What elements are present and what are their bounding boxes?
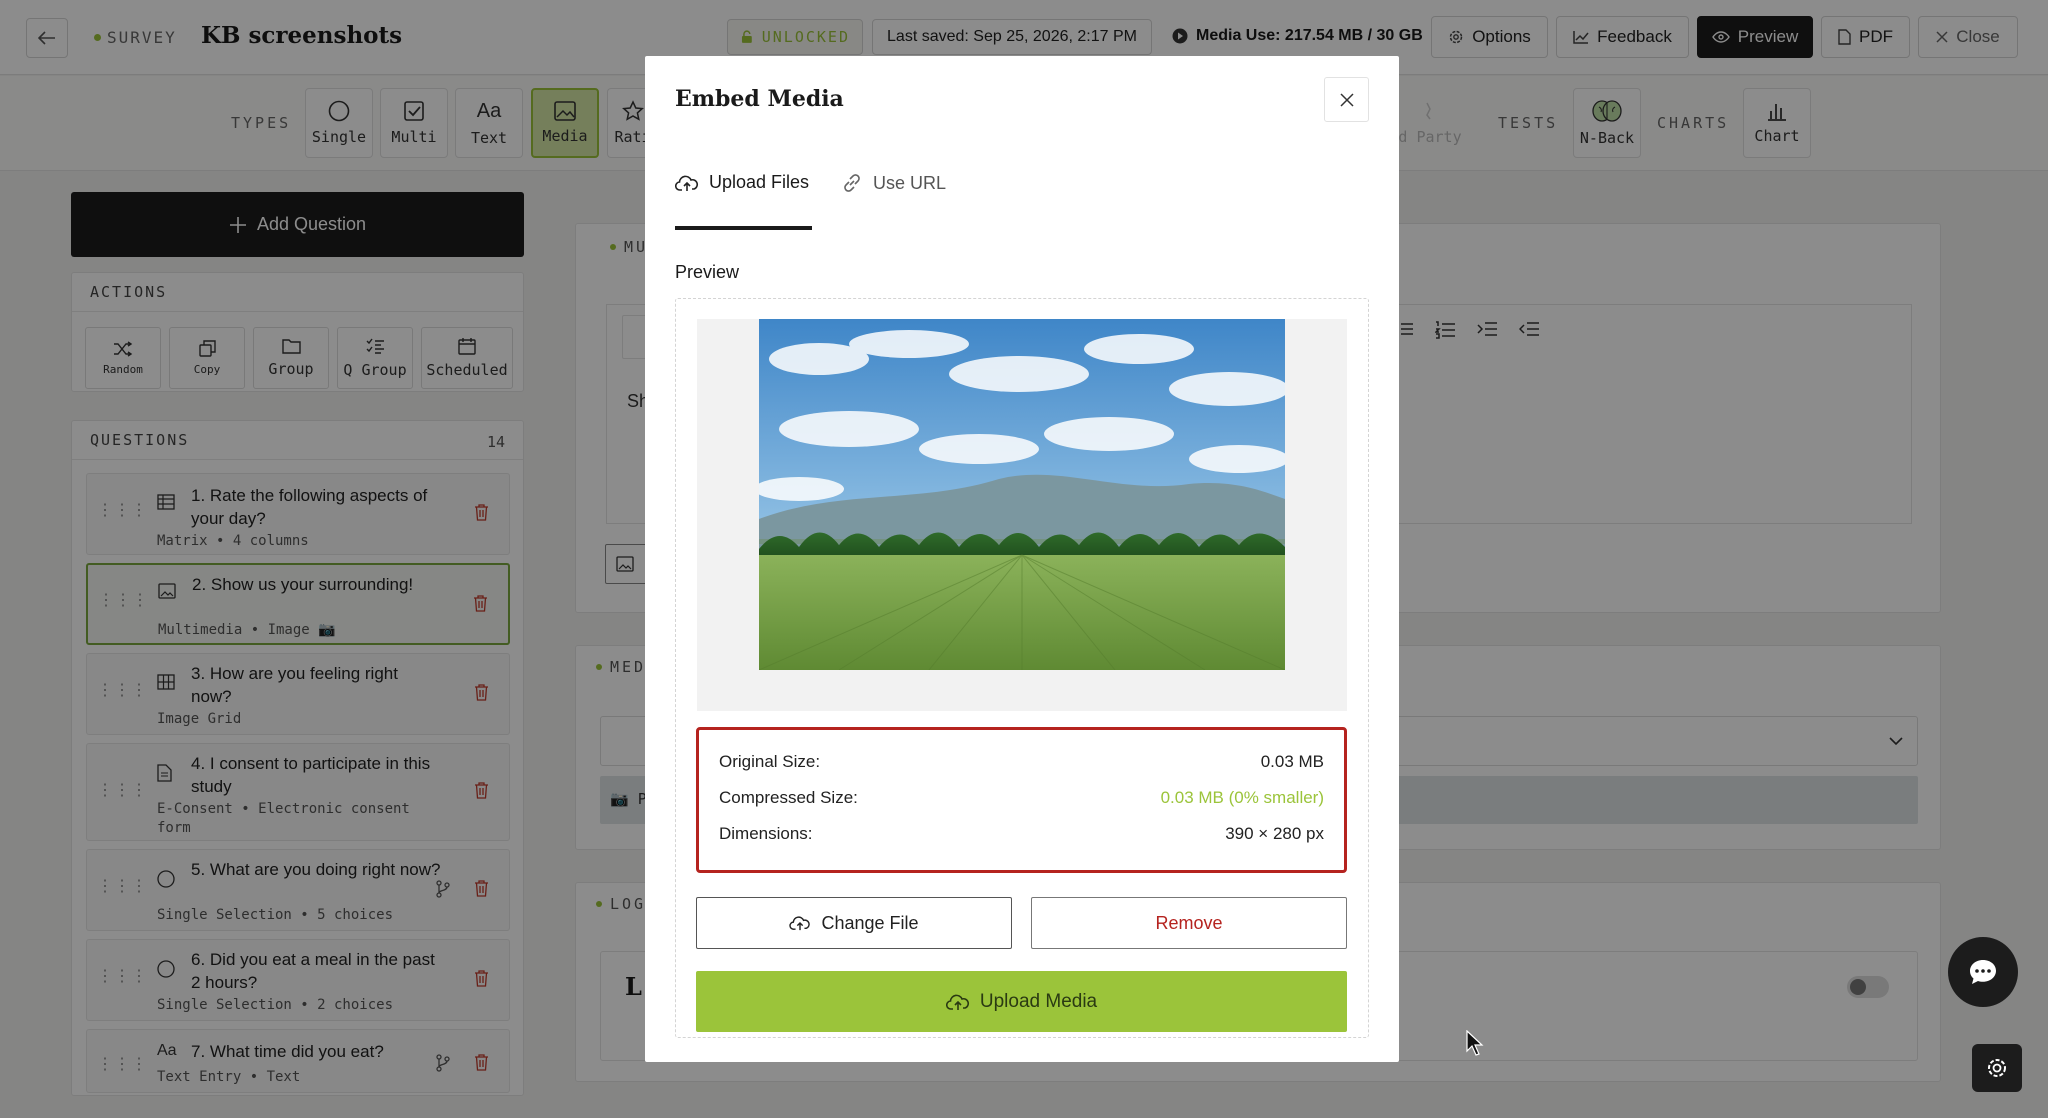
upload-dropzone[interactable]: Original Size: 0.03 MB Compressed Size: … [675, 298, 1369, 1038]
modal-title: Embed Media [675, 86, 844, 112]
tab-use-url[interactable]: Use URL [841, 172, 946, 194]
remove-button[interactable]: Remove [1031, 897, 1347, 949]
compressed-size-row: Compressed Size: 0.03 MB (0% smaller) [719, 788, 1324, 808]
cloud-upload-icon [945, 994, 969, 1010]
image-preview-frame [697, 319, 1347, 711]
mouse-cursor-icon [1466, 1030, 1484, 1056]
dimensions-value: 390 × 280 px [1225, 824, 1324, 843]
original-size-label: Original Size: [719, 752, 821, 771]
upload-media-button[interactable]: Upload Media [696, 971, 1347, 1032]
cloud-upload-icon [675, 175, 698, 191]
modal-close-button[interactable] [1324, 77, 1369, 122]
change-file-label: Change File [821, 912, 919, 933]
original-size-value: 0.03 MB [1260, 752, 1324, 771]
file-info-box: Original Size: 0.03 MB Compressed Size: … [696, 727, 1347, 873]
embed-media-modal: Embed Media Upload Files Use URL Preview [645, 56, 1399, 1062]
preview-label: Preview [675, 262, 740, 282]
upload-media-label: Upload Media [979, 990, 1098, 1012]
chat-button[interactable] [1948, 937, 2018, 1007]
dimensions-label: Dimensions: [719, 824, 813, 843]
gear-icon [1988, 1059, 2006, 1077]
settings-button[interactable] [1972, 1044, 2022, 1092]
change-file-button[interactable]: Change File [696, 897, 1012, 949]
link-icon [844, 174, 860, 192]
original-size-row: Original Size: 0.03 MB [719, 752, 1324, 772]
active-tab-indicator [675, 226, 812, 230]
uploaded-image-preview [759, 319, 1285, 670]
cloud-upload-icon [789, 916, 811, 931]
tab-upload-label: Upload Files [709, 172, 810, 192]
dimensions-row: Dimensions: 390 × 280 px [719, 824, 1324, 844]
close-icon [1339, 92, 1354, 107]
compressed-size-label: Compressed Size: [719, 788, 858, 807]
remove-label: Remove [1155, 912, 1223, 933]
compressed-size-value: 0.03 MB (0% smaller) [1160, 788, 1324, 807]
tab-url-label: Use URL [873, 172, 947, 193]
chat-bubble-icon [1970, 960, 1996, 984]
landscape-image [759, 319, 1285, 670]
tab-upload-files[interactable]: Upload Files [675, 172, 809, 193]
